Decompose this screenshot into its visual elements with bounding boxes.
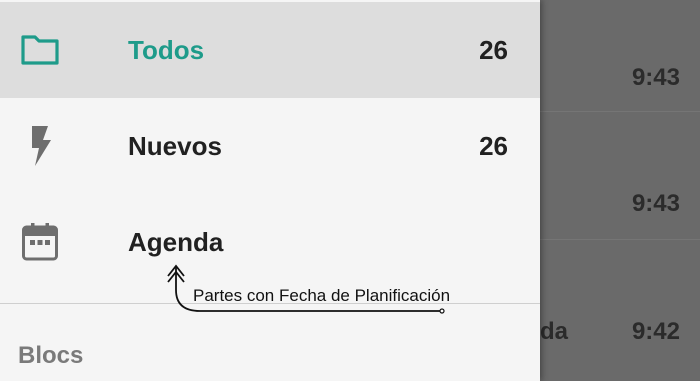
annotation-label: Partes con Fecha de Planificación xyxy=(193,286,451,305)
annotation-arrow xyxy=(167,264,445,314)
